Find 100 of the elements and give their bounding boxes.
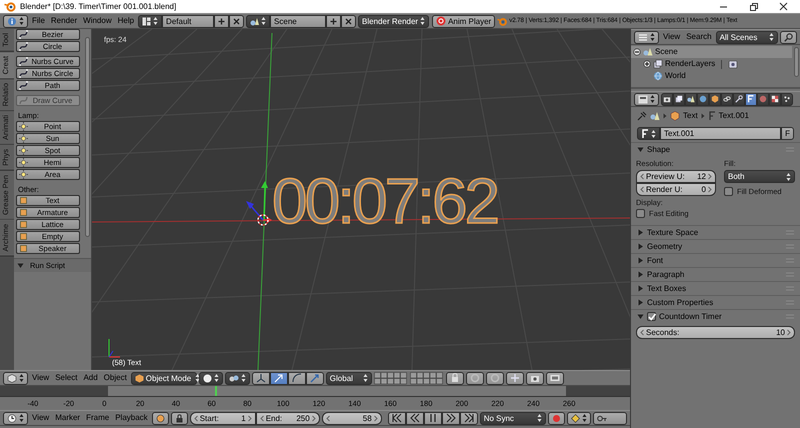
menu-item[interactable]: View (30, 413, 52, 423)
layer-grid[interactable] (374, 372, 408, 384)
properties-tab[interactable] (673, 92, 685, 106)
menu-item[interactable]: Frame (84, 413, 112, 423)
menu-item[interactable]: Search (684, 32, 714, 42)
menu-item[interactable]: Render (48, 16, 80, 26)
properties-tab[interactable] (709, 92, 721, 106)
properties-tab[interactable] (733, 92, 745, 106)
render-field[interactable]: Render U: 0 (636, 183, 716, 196)
editor-type-button[interactable] (3, 372, 28, 384)
keying-dropdown[interactable] (566, 412, 591, 424)
scrollbar[interactable] (84, 37, 90, 237)
properties-tab[interactable] (781, 92, 793, 106)
sync-dropdown[interactable]: No Sync (480, 412, 546, 424)
pivot-dropdown[interactable] (224, 372, 250, 384)
render-engine-dropdown[interactable]: Blender Render (358, 14, 430, 28)
updown-icon (582, 413, 587, 423)
playback-button[interactable] (424, 412, 442, 424)
delete-button[interactable] (341, 14, 356, 28)
toolbar-toggle[interactable] (466, 372, 484, 384)
manipulator-toggle[interactable] (252, 372, 270, 384)
updown-icon (650, 94, 655, 104)
scrollbar[interactable] (794, 47, 798, 77)
toolbar-toggle[interactable] (526, 372, 544, 384)
preview-field[interactable]: Preview U: 12 (636, 170, 716, 183)
properties-tab[interactable] (661, 92, 673, 106)
menu-item[interactable]: Help (116, 16, 136, 26)
menu-item[interactable]: Marker (53, 413, 82, 423)
menu-item[interactable]: Window (81, 16, 114, 26)
checker-icon (771, 95, 779, 103)
layout-button[interactable] (138, 14, 162, 28)
menu-item[interactable]: Object (102, 373, 129, 383)
manipulator-toggle[interactable] (270, 372, 288, 384)
layout-field[interactable]: Default (162, 14, 214, 28)
tree-row[interactable]: Scene (631, 46, 792, 58)
toolbar-toggle[interactable] (486, 372, 504, 384)
properties-tab[interactable] (769, 92, 781, 106)
keying-set-field[interactable] (592, 412, 627, 424)
camera-icon (530, 373, 540, 383)
delete-button[interactable] (229, 14, 244, 28)
add-button[interactable] (214, 14, 230, 28)
fill-dropdown[interactable]: Both (724, 170, 795, 183)
app-icon (4, 1, 16, 12)
camera-icon[interactable] (728, 59, 738, 69)
tree-row[interactable]: RenderLayers (631, 58, 792, 70)
editor-type-button[interactable] (634, 92, 659, 106)
scene-button[interactable] (246, 14, 270, 28)
snap-icon (510, 373, 520, 383)
playback-button[interactable] (460, 412, 478, 424)
display-dropdown[interactable]: All Scenes (716, 30, 778, 44)
editor-type-button[interactable] (3, 412, 28, 424)
scene-field[interactable]: Scene (270, 14, 326, 28)
tree-row[interactable]: World (631, 70, 792, 82)
updown-icon (153, 16, 158, 26)
playback-button[interactable] (388, 412, 406, 424)
anim-player-button[interactable]: Anim Player (432, 14, 496, 28)
keyframe-toggle[interactable] (152, 412, 169, 424)
properties-tab[interactable] (745, 92, 757, 106)
shading-dropdown[interactable] (198, 372, 223, 384)
properties-tab[interactable] (721, 92, 733, 106)
toolbar-toggle[interactable] (446, 372, 464, 384)
manipulator-toggle[interactable] (288, 372, 306, 384)
forward-icon (446, 413, 456, 423)
record-button[interactable] (548, 412, 565, 424)
mode-dropdown[interactable]: Object Mode (130, 372, 197, 384)
checkbox[interactable] (647, 312, 656, 321)
playback-button[interactable] (406, 412, 424, 424)
toolbar-toggle[interactable] (506, 372, 524, 384)
fake-user-button[interactable]: F (781, 127, 794, 140)
layers-icon (675, 95, 683, 103)
checkbox[interactable] (636, 209, 645, 218)
menu-item[interactable]: View (661, 32, 682, 42)
globe-icon (653, 71, 663, 81)
start-field[interactable]: Start: 1 (190, 412, 256, 424)
menu-item[interactable]: View (30, 373, 52, 383)
toolbar-toggle[interactable] (546, 372, 564, 384)
properties-tab[interactable] (685, 92, 697, 106)
add-button[interactable] (326, 14, 342, 28)
end-field[interactable]: End: 250 (256, 412, 320, 424)
menu-item[interactable]: Add (81, 373, 100, 383)
updown-icon (19, 373, 24, 383)
menu-item[interactable]: Select (53, 373, 80, 383)
playback-button[interactable] (442, 412, 460, 424)
checkbox[interactable] (724, 187, 733, 196)
editor-type-button[interactable] (3, 14, 28, 28)
datablock-button[interactable] (637, 127, 660, 140)
menu-item[interactable]: Playback (113, 413, 150, 423)
breadcrumb-item: Text (683, 111, 698, 121)
manipulator-toggle[interactable] (306, 372, 324, 384)
updown-icon (19, 413, 24, 423)
pin-icon[interactable] (637, 111, 647, 121)
lamp-icon (19, 134, 28, 143)
seconds-field[interactable]: Seconds: 10 (636, 326, 795, 339)
editor-type-button[interactable] (634, 30, 659, 44)
search-button[interactable] (780, 30, 797, 44)
current-frame-field[interactable]: 58 (322, 412, 382, 424)
orientation-dropdown[interactable]: Global (326, 372, 372, 384)
menu-item[interactable]: File (30, 16, 47, 26)
lock-toggle[interactable] (170, 412, 188, 424)
datablock-field[interactable]: Text.001 (660, 127, 782, 140)
